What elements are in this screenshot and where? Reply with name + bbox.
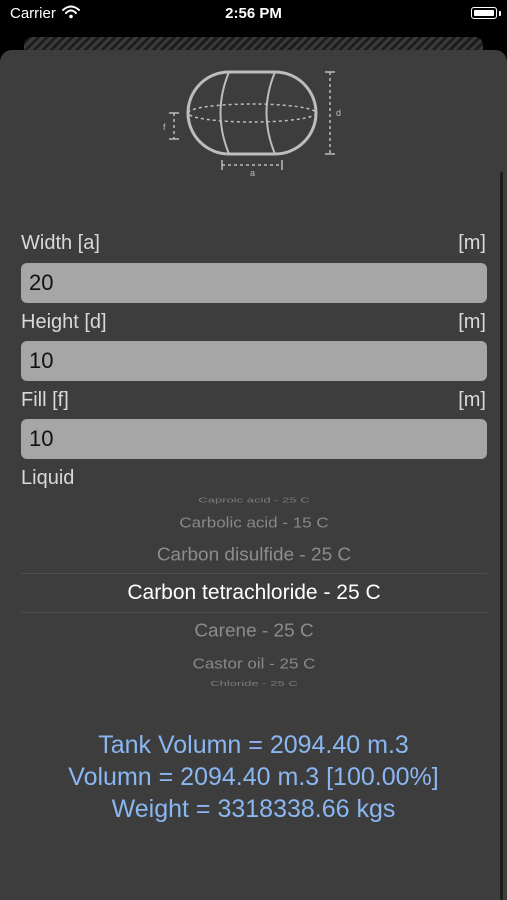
height-input[interactable]: 10 (21, 341, 487, 381)
liquid-picker[interactable]: Caproic acid - 25 C Carbolic acid - 15 C… (21, 496, 487, 694)
picker-option[interactable]: Carbolic acid - 15 C (21, 515, 487, 532)
height-unit: [m] (458, 311, 486, 333)
status-bar: Carrier 2:56 PM (0, 0, 507, 30)
picker-option[interactable]: Castor oil - 25 C (21, 656, 487, 673)
diagram-label-f: f (163, 122, 166, 132)
tank-volume-result: Tank Volumn = 2094.40 m.3 (98, 731, 409, 759)
battery-tip (499, 11, 501, 16)
width-label: Width [a] (21, 232, 100, 254)
clock: 2:56 PM (225, 5, 282, 22)
picker-option[interactable]: Carene - 25 C (21, 621, 487, 644)
fill-unit: [m] (458, 389, 486, 411)
weight-result: Weight = 3318338.66 kgs (111, 795, 396, 823)
picker-option[interactable]: Carbon disulfide - 25 C (21, 545, 487, 568)
width-input[interactable]: 20 (21, 263, 487, 303)
fill-label: Fill [f] (21, 389, 69, 411)
width-unit: [m] (458, 232, 486, 254)
diagram-label-a: a (250, 168, 255, 178)
volume-result: Volumn = 2094.40 m.3 [100.00%] (68, 763, 439, 791)
picker-option-selected[interactable]: Carbon tetrachloride - 25 C (21, 580, 487, 606)
scroll-indicator[interactable] (500, 172, 503, 900)
fill-input[interactable]: 10 (21, 419, 487, 459)
height-label: Height [d] (21, 311, 107, 333)
picker-option[interactable]: Caproic acid - 25 C (21, 496, 487, 504)
picker-option[interactable]: Chloride - 25 C (21, 680, 487, 688)
tank-diagram: a d f (163, 70, 341, 178)
battery-icon (471, 7, 497, 19)
diagram-label-d: d (336, 108, 341, 118)
calculator-sheet: a d f Width [a] [m] 20 Height [d] [m] 10… (0, 50, 507, 900)
liquid-label: Liquid (21, 467, 75, 489)
